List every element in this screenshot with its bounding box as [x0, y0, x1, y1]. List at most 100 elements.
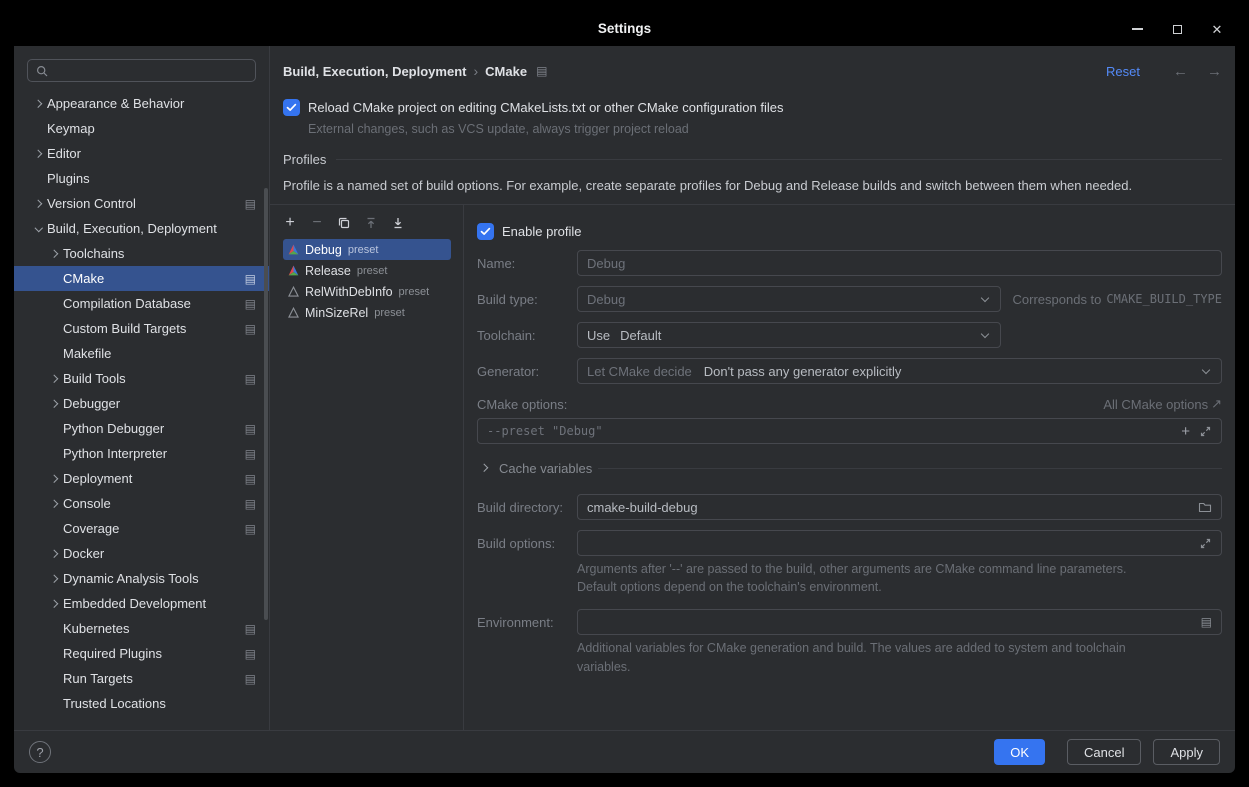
all-cmake-options-link[interactable]: All CMake options ↗: [1103, 396, 1222, 412]
sidebar-item-plugins[interactable]: Plugins: [14, 166, 269, 191]
sidebar-item-trusted-locations[interactable]: Trusted Locations: [14, 691, 269, 716]
minimize-button[interactable]: [1129, 21, 1145, 37]
sidebar-item-build-tools[interactable]: Build Tools▤: [14, 366, 269, 391]
toolchain-combo[interactable]: Use Default: [577, 322, 1001, 348]
profiles-list-panel: + − Debug preset: [270, 205, 464, 730]
build-directory-field[interactable]: cmake-build-debug: [577, 494, 1222, 520]
sidebar-item-required-plugins[interactable]: Required Plugins▤: [14, 641, 269, 666]
chevron-down-icon: [1200, 365, 1212, 377]
add-profile-button[interactable]: +: [282, 215, 298, 231]
generator-label: Generator:: [477, 364, 577, 379]
sidebar-item-console[interactable]: Console▤: [14, 491, 269, 516]
close-icon: ✕: [1212, 23, 1223, 36]
sidebar-item-python-debugger[interactable]: Python Debugger▤: [14, 416, 269, 441]
sidebar-item-kubernetes[interactable]: Kubernetes▤: [14, 616, 269, 641]
enable-profile-checkbox[interactable]: [477, 223, 494, 240]
sidebar-item-keymap[interactable]: Keymap: [14, 116, 269, 141]
name-field[interactable]: Debug: [577, 250, 1222, 276]
cmake-build-type-code: CMAKE_BUILD_TYPE: [1106, 292, 1222, 306]
chevron-right-icon[interactable]: [47, 571, 63, 587]
reload-cmake-checkbox[interactable]: [283, 99, 300, 116]
sidebar-item-appearance-behavior[interactable]: Appearance & Behavior: [14, 91, 269, 116]
sidebar-item-coverage[interactable]: Coverage▤: [14, 516, 269, 541]
breadcrumb-cmake[interactable]: CMake: [485, 64, 527, 79]
settings-search[interactable]: [27, 59, 256, 82]
chevron-right-icon[interactable]: [47, 471, 63, 487]
move-up-icon: [364, 216, 378, 230]
copy-profile-button[interactable]: [336, 215, 352, 231]
project-settings-icon: ▤: [245, 523, 256, 535]
chevron-right-icon: [477, 460, 493, 476]
sidebar-item-custom-build-targets[interactable]: Custom Build Targets▤: [14, 316, 269, 341]
sidebar-item-run-targets[interactable]: Run Targets▤: [14, 666, 269, 691]
chevron-right-icon[interactable]: [47, 496, 63, 512]
sidebar-scrollbar[interactable]: [264, 188, 268, 620]
chevron-down-icon: [979, 293, 991, 305]
chevron-down-icon: [979, 329, 991, 341]
chevron-right-icon[interactable]: [31, 146, 47, 162]
sidebar-item-cmake[interactable]: CMake▤: [14, 266, 269, 291]
cache-variables-toggle[interactable]: Cache variables: [477, 460, 1222, 476]
remove-profile-button[interactable]: −: [309, 215, 325, 231]
sidebar-item-compilation-database[interactable]: Compilation Database▤: [14, 291, 269, 316]
chevron-right-icon[interactable]: [31, 96, 47, 112]
maximize-button[interactable]: [1169, 21, 1185, 37]
indent-spacer: [47, 296, 63, 312]
help-button[interactable]: ?: [29, 741, 51, 763]
build-type-combo[interactable]: Debug: [577, 286, 1001, 312]
chevron-right-icon[interactable]: [47, 371, 63, 387]
enable-profile-label: Enable profile: [502, 224, 582, 239]
breadcrumb-build-execution-deployment[interactable]: Build, Execution, Deployment: [283, 64, 466, 79]
move-up-button[interactable]: [363, 215, 379, 231]
expand-field-icon[interactable]: [1199, 425, 1212, 438]
titlebar[interactable]: Settings ✕: [0, 0, 1249, 46]
cancel-button[interactable]: Cancel: [1067, 739, 1141, 765]
chevron-down-icon[interactable]: [31, 221, 47, 237]
close-button[interactable]: ✕: [1209, 21, 1225, 37]
build-options-field[interactable]: [577, 530, 1222, 556]
move-down-button[interactable]: [390, 215, 406, 231]
variables-list-icon[interactable]: ▤: [1201, 616, 1212, 628]
add-option-icon[interactable]: +: [1181, 424, 1190, 439]
generator-combo[interactable]: Let CMake decide Don't pass any generato…: [577, 358, 1222, 384]
breadcrumb: Build, Execution, Deployment › CMake ▤ R…: [283, 58, 1222, 84]
profile-item-debug[interactable]: Debug preset: [283, 239, 451, 260]
profile-item-relwithdebinfo[interactable]: RelWithDebInfo preset: [283, 281, 451, 302]
project-settings-icon: ▤: [245, 448, 256, 460]
indent-spacer: [47, 421, 63, 437]
move-down-icon: [391, 216, 405, 230]
sidebar-item-debugger[interactable]: Debugger: [14, 391, 269, 416]
sidebar-item-toolchains[interactable]: Toolchains: [14, 241, 269, 266]
folder-icon[interactable]: [1198, 501, 1212, 513]
apply-button[interactable]: Apply: [1153, 739, 1220, 765]
reset-link[interactable]: Reset: [1106, 64, 1140, 79]
cmake-options-field[interactable]: --preset "Debug" +: [477, 418, 1222, 444]
project-settings-icon: ▤: [536, 64, 547, 78]
sidebar-item-docker[interactable]: Docker: [14, 541, 269, 566]
sidebar-item-makefile[interactable]: Makefile: [14, 341, 269, 366]
sidebar-item-build-execution-deployment[interactable]: Build, Execution, Deployment: [14, 216, 269, 241]
forward-arrow-icon[interactable]: →: [1207, 63, 1222, 80]
chevron-right-icon[interactable]: [31, 196, 47, 212]
search-input[interactable]: [53, 63, 248, 78]
profile-item-minsizerel[interactable]: MinSizeRel preset: [283, 302, 451, 323]
sidebar-item-version-control[interactable]: Version Control▤: [14, 191, 269, 216]
sidebar-item-python-interpreter[interactable]: Python Interpreter▤: [14, 441, 269, 466]
environment-field[interactable]: ▤: [577, 609, 1222, 635]
sidebar-item-dynamic-analysis-tools[interactable]: Dynamic Analysis Tools: [14, 566, 269, 591]
expand-field-icon[interactable]: [1199, 537, 1212, 550]
chevron-right-icon[interactable]: [47, 246, 63, 262]
chevron-right-icon[interactable]: [47, 546, 63, 562]
chevron-right-icon[interactable]: [47, 596, 63, 612]
profiles-list: Debug preset Release preset RelWithDebIn…: [270, 239, 463, 323]
sidebar-item-embedded-development[interactable]: Embedded Development: [14, 591, 269, 616]
project-settings-icon: ▤: [245, 648, 256, 660]
indent-spacer: [47, 521, 63, 537]
cmake-profile-icon: [288, 244, 299, 255]
back-arrow-icon[interactable]: ←: [1173, 63, 1188, 80]
profile-item-release[interactable]: Release preset: [283, 260, 451, 281]
chevron-right-icon[interactable]: [47, 396, 63, 412]
sidebar-item-editor[interactable]: Editor: [14, 141, 269, 166]
sidebar-item-deployment[interactable]: Deployment▤: [14, 466, 269, 491]
ok-button[interactable]: OK: [994, 739, 1045, 765]
